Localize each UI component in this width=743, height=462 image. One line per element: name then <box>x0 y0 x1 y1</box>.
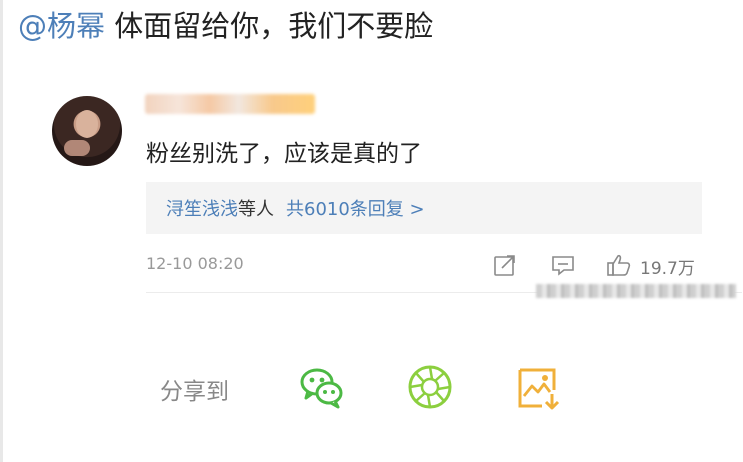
save-image-icon[interactable] <box>514 362 564 412</box>
reply-suffix: 等人 <box>238 199 274 220</box>
share-label: 分享到 <box>160 379 229 405</box>
left-edge-bar <box>0 0 3 462</box>
moments-icon[interactable] <box>405 362 455 412</box>
avatar-face <box>76 110 98 138</box>
blurred-watermark <box>536 284 736 298</box>
like-count: 19.7万 <box>640 259 695 279</box>
reply-summary-box[interactable]: 浔笙浅浅 等人 共6010条回复 > <box>146 182 702 234</box>
blurred-username[interactable] <box>145 94 315 114</box>
share-out-icon[interactable] <box>492 252 518 278</box>
comment-timestamp: 12-10 08:20 <box>146 254 244 273</box>
mention-link[interactable]: @杨幂 <box>18 9 105 43</box>
reply-count-link[interactable]: 共6010条回复 > <box>286 195 425 221</box>
wechat-icon[interactable] <box>297 362 347 412</box>
reply-user-names[interactable]: 浔笙浅浅 <box>166 195 238 221</box>
avatar[interactable] <box>52 96 122 166</box>
post-text-line: @杨幂 体面留给你，我们不要脸 <box>18 6 433 46</box>
comment-text: 粉丝别洗了，应该是真的了 <box>146 141 422 167</box>
avatar-hand <box>64 140 90 156</box>
post-body-text: 体面留给你，我们不要脸 <box>114 9 434 43</box>
like-icon[interactable] <box>606 252 632 278</box>
comment-icon[interactable] <box>550 252 576 278</box>
